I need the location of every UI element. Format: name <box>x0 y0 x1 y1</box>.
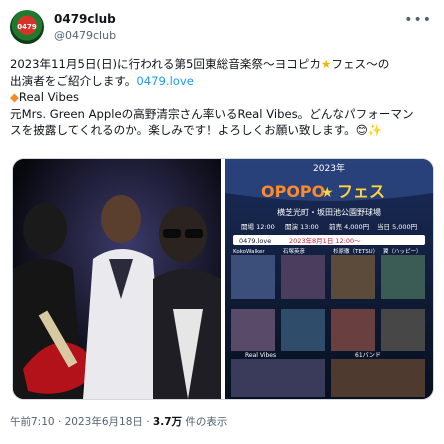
tweet-line-1-text: 2023年11月5日(日)に行われる第5回東総音楽祭〜ヨコピカ <box>10 57 321 71</box>
festival-flyer[interactable]: 2023年 OPOPO ★ フェス 横芝光町・坂田池公園野球場 開場 12:00… <box>225 159 433 399</box>
flyer-start-time: 開演 13:00 <box>285 222 319 231</box>
tweet-line-1-end: フェス〜の <box>331 57 390 71</box>
star-icon: ★ <box>320 57 332 71</box>
performer-label-2: 石塚英彦 <box>283 247 306 255</box>
tweet-line-5: スを披露してくれるのか。楽しみです！よろしくお願い致します。😊✨ <box>10 122 434 139</box>
meta-separator: · <box>146 416 153 428</box>
tweet-line-3: ◆Real Vibes <box>10 89 434 106</box>
handle[interactable]: @0479club <box>54 29 116 42</box>
performer-label-4: 翼（ハッピー） <box>383 248 422 255</box>
more-horizontal-icon[interactable]: ••• <box>404 12 432 28</box>
tweet-line-4: 元Mrs. Green Appleの高野清宗さん率いるReal Vibes。どん… <box>10 106 414 121</box>
avatar[interactable]: 0479 <box>10 10 44 44</box>
tweet-line-3-text: Real Vibes <box>18 90 80 105</box>
tweet-line-5-text: スを披露してくれるのか。楽しみです！よろしくお願い致します。 <box>10 123 356 138</box>
views-label: 件の表示 <box>185 416 228 428</box>
festival-flyer-illustration: 2023年 OPOPO ★ フェス 横芝光町・坂田池公園野球場 開場 12:00… <box>225 159 433 399</box>
flyer-title-suffix: フェス <box>337 182 385 201</box>
flyer-sale: 2023年8月1日 12:00〜 <box>289 236 361 245</box>
orange-diamond-icon: ◆ <box>10 90 19 105</box>
band-photo-illustration <box>13 159 221 399</box>
tweet-line-1: 2023年11月5日(日)に行われる第5回東総音楽祭〜ヨコピカ★フェス〜の <box>10 56 434 73</box>
smile-sparkle-emoji: 😊✨ <box>355 123 383 138</box>
media-grid: 2023年 OPOPO ★ フェス 横芝光町・坂田池公園野球場 開場 12:00… <box>12 158 434 400</box>
flyer-title-star: ★ <box>321 185 334 201</box>
views-count: 3.7万 <box>152 416 183 428</box>
performer-label-1: KokoWalker <box>233 249 265 255</box>
flyer-door-price: 当日 5,000円 <box>377 222 417 231</box>
flyer-venue: 横芝光町・坂田池公園野球場 <box>277 207 381 217</box>
performer-label-6: 61バンド <box>355 352 381 359</box>
flyer-title-ascii: OPOPO <box>261 182 325 201</box>
flyer-year: 2023年 <box>313 162 345 174</box>
band-photo[interactable] <box>13 159 221 399</box>
tweet-time[interactable]: 午前7:10 <box>10 416 55 428</box>
tweet-text: 2023年11月5日(日)に行われる第5回東総音楽祭〜ヨコピカ★フェス〜の 出演… <box>10 56 434 139</box>
meta-separator: · <box>57 416 65 428</box>
tweet-meta: 午前7:10 · 2023年6月18日 · 3.7万 件の表示 <box>10 414 227 429</box>
tweet-link[interactable]: 0479.love <box>136 74 194 88</box>
performer-label-3: 杉原徹（TETSU） <box>333 247 378 255</box>
display-name[interactable]: 0479club <box>54 12 116 26</box>
avatar-logo-text: 0479 <box>17 23 37 31</box>
tweet-line-2: 出演者をご紹介します。0479.love <box>10 73 434 90</box>
flyer-adv-price: 前売 4,000円 <box>329 222 369 231</box>
flyer-open-time: 開場 12:00 <box>241 222 275 231</box>
performer-label-5: Real Vibes <box>245 352 276 359</box>
flyer-url: 0479.love <box>239 237 271 245</box>
tweet-header: 0479 0479club @0479club ••• <box>10 8 434 48</box>
tweet-line-2-text: 出演者をご紹介します。 <box>10 73 137 88</box>
tweet-date[interactable]: 2023年6月18日 <box>65 416 143 428</box>
